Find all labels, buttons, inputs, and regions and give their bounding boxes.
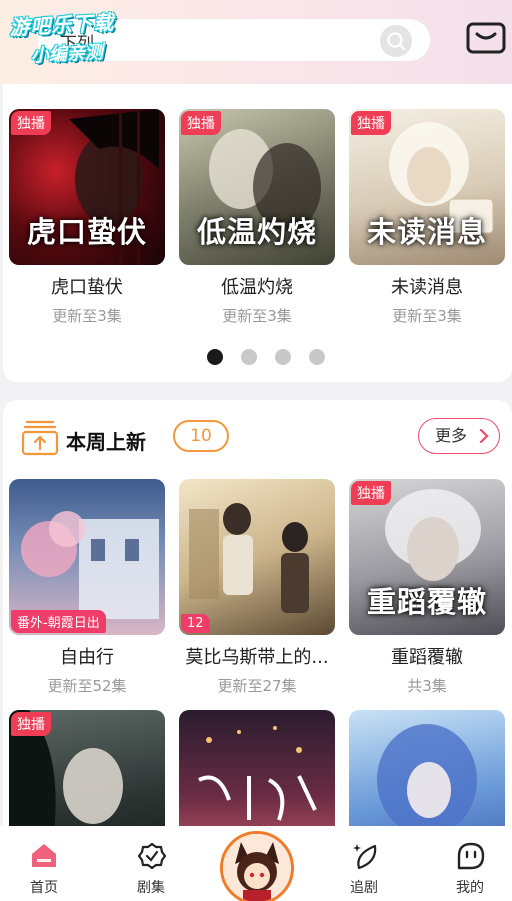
cover-title: 虎口蛰伏 — [26, 215, 147, 249]
drama-name: 低温灼烧 — [221, 277, 293, 298]
weekly-item[interactable]: 独播 重蹈覆辙 重蹈覆辙 共3集 — [349, 479, 505, 696]
nav-follow[interactable]: 追剧 — [324, 826, 404, 901]
leaf-sparkle-icon — [351, 842, 379, 874]
episode-status: 更新至3集 — [222, 307, 292, 325]
home-icon — [31, 842, 57, 872]
nav-home[interactable]: 首页 — [4, 826, 84, 901]
more-label: 更多 — [435, 426, 468, 445]
episode-tag: 番外-朝霞日出 — [11, 610, 106, 633]
search-icon[interactable] — [380, 25, 412, 57]
episode-status: 更新至3集 — [392, 307, 462, 325]
carousel-dot[interactable] — [275, 349, 291, 365]
cover-title: 未读消息 — [366, 215, 487, 249]
badge-check-icon — [137, 842, 167, 874]
drama-name: 未读消息 — [391, 277, 463, 298]
weekly-item[interactable]: 12 莫比乌斯带上的... 更新至27集 — [179, 479, 335, 696]
drama-name: 虎口蛰伏 — [51, 277, 123, 298]
drama-cover[interactable]: 12 — [179, 479, 335, 635]
exclusive-badge: 独播 — [351, 111, 391, 135]
featured-item[interactable]: 独播 虎口蛰伏 虎口蛰伏 更新至3集 — [9, 109, 165, 326]
more-button[interactable]: 更多 — [418, 418, 500, 454]
message-box-icon[interactable] — [466, 22, 506, 58]
chevron-right-icon — [479, 429, 489, 443]
weekly-new-section: 本周上新 10 更多 番外-朝霞日出 自由行 更新至52集 12 莫比乌斯带上的… — [3, 400, 512, 866]
nav-series[interactable]: 剧集 — [111, 826, 191, 901]
section-title: 本周上新 — [66, 430, 146, 454]
drama-cover[interactable]: 独播 低温灼烧 — [179, 109, 335, 265]
drama-cover[interactable]: 独播 未读消息 — [349, 109, 505, 265]
nav-mine[interactable]: 我的 — [430, 826, 510, 901]
featured-carousel: 独播 虎口蛰伏 虎口蛰伏 更新至3集 独播 低温灼烧 低温灼烧 更新至3集 独播… — [3, 84, 512, 382]
nav-series-label: 剧集 — [137, 880, 165, 896]
center-avatar-button[interactable] — [220, 831, 294, 901]
section-header: 本周上新 10 更多 — [21, 418, 503, 458]
exclusive-badge: 独播 — [181, 111, 221, 135]
drama-cover[interactable]: 独播 虎口蛰伏 — [9, 109, 165, 265]
featured-item[interactable]: 独播 未读消息 未读消息 更新至3集 — [349, 109, 505, 326]
nav-follow-label: 追剧 — [350, 880, 378, 896]
new-count-badge: 10 — [173, 420, 229, 452]
new-upload-icon — [21, 418, 59, 460]
nav-mine-label: 我的 — [456, 880, 484, 896]
profile-face-icon — [457, 842, 485, 874]
top-header: 下列 游吧乐下载 小编亲测 — [0, 0, 512, 84]
exclusive-badge: 独播 — [11, 111, 51, 135]
episode-status: 共3集 — [407, 677, 447, 695]
cover-title: 低温灼烧 — [196, 215, 317, 249]
carousel-dot[interactable] — [241, 349, 257, 365]
featured-item[interactable]: 独播 低温灼烧 低温灼烧 更新至3集 — [179, 109, 335, 326]
drama-cover[interactable]: 独播 重蹈覆辙 — [349, 479, 505, 635]
carousel-dot[interactable] — [207, 349, 223, 365]
carousel-dot[interactable] — [309, 349, 325, 365]
bottom-navigation: 首页 剧集 追剧 我的 — [0, 826, 512, 901]
episode-status: 更新至27集 — [217, 677, 297, 695]
drama-name: 重蹈覆辙 — [391, 647, 463, 668]
drama-name: 莫比乌斯带上的... — [185, 647, 329, 668]
nav-home-label: 首页 — [30, 880, 58, 896]
drama-cover[interactable]: 番外-朝霞日出 — [9, 479, 165, 635]
weekly-item[interactable]: 番外-朝霞日出 自由行 更新至52集 — [9, 479, 165, 696]
episode-status: 更新至52集 — [47, 677, 127, 695]
cover-title: 重蹈覆辙 — [366, 585, 487, 619]
avatar — [223, 834, 291, 901]
watermark-logo: 游吧乐下载 小编亲测 — [8, 10, 115, 67]
exclusive-badge: 独播 — [11, 712, 51, 736]
episode-status: 更新至3集 — [52, 307, 122, 325]
drama-name: 自由行 — [60, 647, 114, 668]
episode-tag: 12 — [181, 614, 210, 633]
exclusive-badge: 独播 — [351, 481, 391, 505]
